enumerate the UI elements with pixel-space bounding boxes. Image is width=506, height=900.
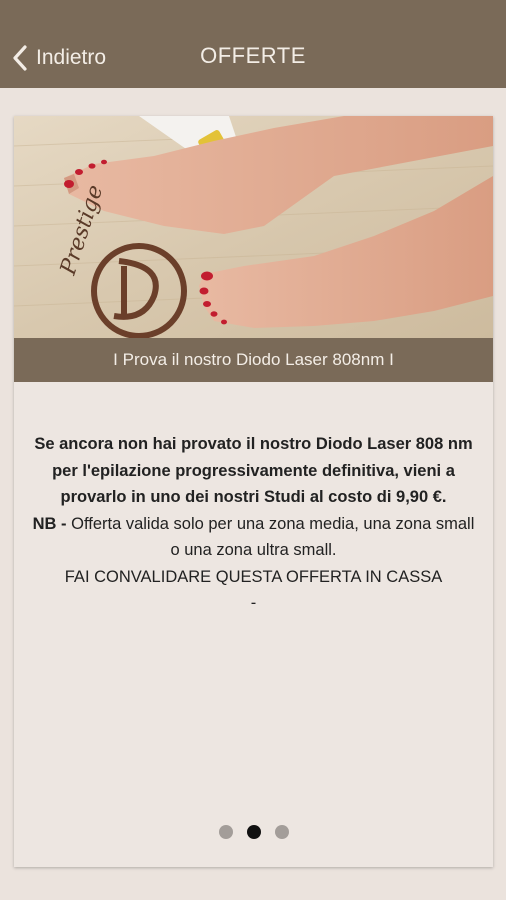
nb-label: NB - (32, 514, 67, 533)
offer-image: Prestige (14, 116, 493, 338)
offer-description: Se ancora non hai provato il nostro Diod… (32, 431, 475, 617)
page-indicator (14, 825, 493, 839)
page-dot-1[interactable] (218, 825, 233, 839)
page-title: OFFERTE (200, 43, 306, 68)
offer-note: NB - Offerta valida solo per una zona me… (32, 511, 475, 564)
page-dot-2[interactable] (246, 825, 261, 839)
offer-card: Prestige I Prova il nostro Diodo Laser 8… (14, 116, 493, 867)
offer-caption: I Prova il nostro Diodo Laser 808nm I (14, 338, 493, 382)
page-dot-3[interactable] (274, 825, 289, 839)
top-navbar: Indietro OFFERTE (0, 0, 506, 88)
nb-text: Offerta valida solo per una zona media, … (66, 514, 475, 560)
offer-dash: - (250, 594, 257, 612)
offer-cta: FAI CONVALIDARE QUESTA OFFERTA IN CASSA (64, 567, 443, 586)
offer-main-text: Se ancora non hai provato il nostro Diod… (34, 435, 473, 506)
